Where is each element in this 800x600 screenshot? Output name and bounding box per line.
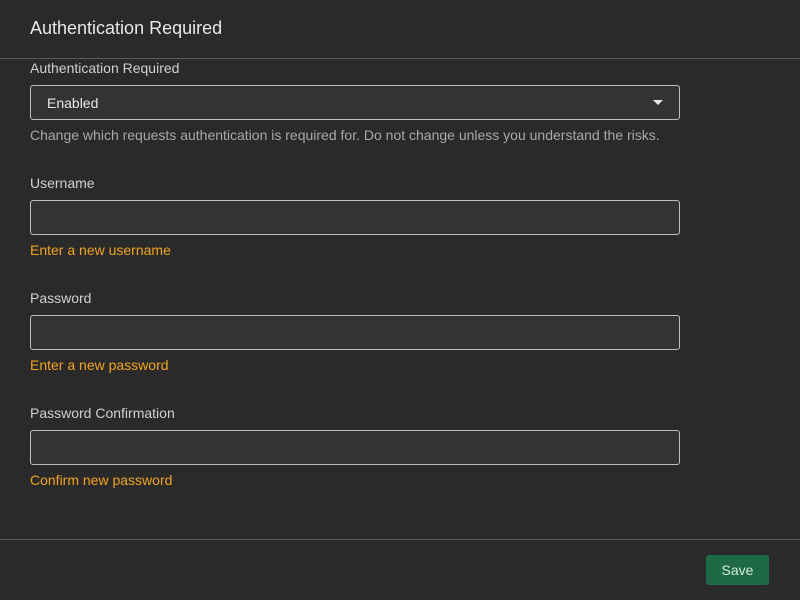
password-confirmation-label: Password Confirmation <box>30 405 175 421</box>
modal-header: Authentication Required <box>0 0 800 59</box>
auth-required-label: Authentication Required <box>30 60 180 76</box>
modal-body: Authentication Required Enabled Change w… <box>0 59 800 539</box>
modal-title: Authentication Required <box>30 18 223 38</box>
password-confirmation-input[interactable] <box>30 430 680 465</box>
auth-settings-modal: Authentication Required Authentication R… <box>0 0 800 600</box>
save-button[interactable]: Save <box>706 555 769 585</box>
username-label: Username <box>30 175 95 191</box>
caret-down-icon <box>653 100 663 105</box>
auth-required-help-text: Change which requests authentication is … <box>30 127 660 143</box>
username-input[interactable] <box>30 200 680 235</box>
auth-required-select[interactable]: Enabled <box>30 85 680 120</box>
modal-footer: Save <box>0 539 800 600</box>
password-confirmation-hint: Confirm new password <box>30 472 173 488</box>
password-label: Password <box>30 290 92 306</box>
username-hint: Enter a new username <box>30 242 171 258</box>
password-hint: Enter a new password <box>30 357 169 373</box>
password-input[interactable] <box>30 315 680 350</box>
auth-required-selected-value: Enabled <box>47 94 99 111</box>
